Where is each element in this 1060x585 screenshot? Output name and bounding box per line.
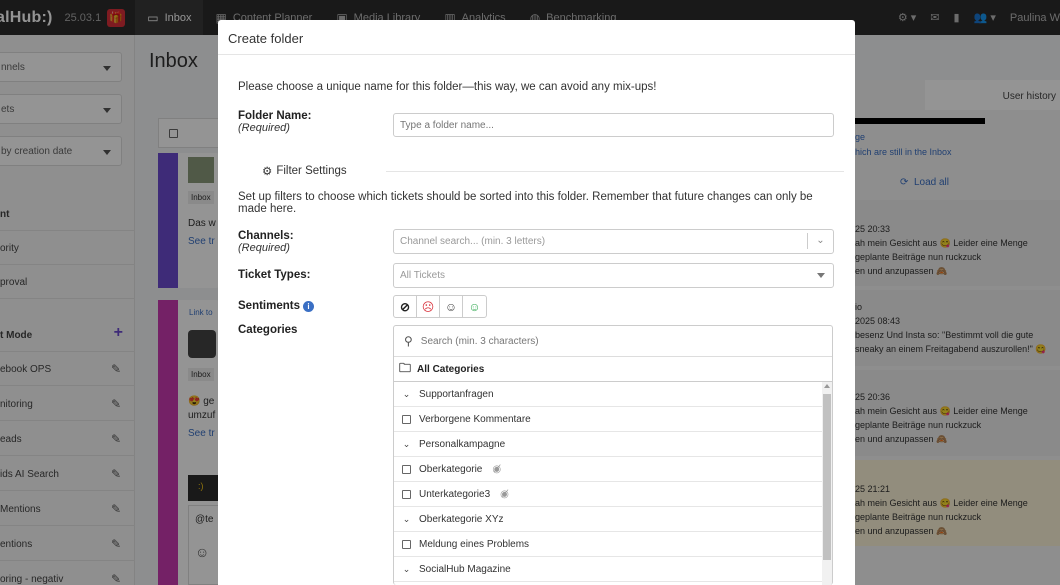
category-row[interactable]: Verborgene Kommentare (394, 407, 824, 432)
category-label: Unterkategorie3 (419, 488, 491, 500)
sad-face-icon: ☹ (421, 299, 435, 314)
sentiment-positive-button[interactable]: ☺ (463, 296, 486, 317)
scroll-thumb[interactable] (823, 394, 831, 560)
chevron-down-icon[interactable]: ⌄ (807, 233, 833, 249)
sentiment-none-button[interactable]: ⊘ (394, 296, 417, 317)
chevron-down-icon[interactable]: ⌄ (402, 439, 411, 450)
create-folder-modal: Create folder Please choose a unique nam… (218, 20, 855, 585)
category-label: Supportanfragen (419, 388, 494, 400)
all-categories-label: All Categories (417, 363, 485, 375)
sentiment-filter: ⊘ ☹ ☺ ☺ (393, 295, 487, 318)
category-label: Verborgene Kommentare (419, 413, 531, 425)
happy-face-icon: ☺ (468, 299, 481, 314)
category-group-row[interactable]: ⌄ SocialHub Magazine (394, 557, 824, 582)
category-label: Oberkategorie (419, 463, 483, 475)
category-label: Oberkategorie XYz (419, 513, 504, 525)
modal-intro-text: Please choose a unique name for this fol… (238, 81, 657, 93)
required-hint: (Required) (238, 122, 290, 134)
neutral-face-icon: ☺ (444, 299, 458, 314)
folder-name-label: Folder Name: (Required) (238, 110, 312, 134)
categories-tree: ⚲ Search (min. 3 characters) 🗀 All Categ… (393, 325, 833, 585)
sentiment-negative-button[interactable]: ☹ (417, 296, 440, 317)
filter-description: Set up filters to choose which tickets s… (238, 191, 813, 215)
category-checkbox[interactable] (402, 414, 411, 424)
category-row[interactable]: Oberkategorie ◉̸ (394, 457, 824, 482)
category-scrollbar[interactable] (822, 382, 832, 585)
sentiments-label-text: Sentiments (238, 300, 300, 312)
ban-icon: ⊘ (399, 299, 411, 314)
category-group-row[interactable]: ⌄ Supportanfragen (394, 382, 824, 407)
category-group-row[interactable]: ⌄ Oberkategorie XYz (394, 507, 824, 532)
categories-search[interactable]: ⚲ Search (min. 3 characters) (394, 326, 832, 357)
categories-label: Categories (238, 324, 298, 336)
ticket-types-select[interactable]: All Tickets (393, 263, 834, 288)
sentiments-label: Sentiments i (238, 300, 314, 312)
scroll-up-arrow[interactable] (824, 384, 830, 388)
category-checkbox[interactable] (402, 464, 411, 474)
category-group-row[interactable]: ⌄ Personalkampagne (394, 432, 824, 457)
filter-settings-heading: ⚙ Filter Settings (262, 164, 347, 178)
eye-slash-icon: ◉̸ (492, 463, 502, 475)
all-categories-row[interactable]: 🗀 All Categories (394, 357, 832, 382)
folder-icon: 🗀 (399, 360, 412, 375)
channels-label-text: Channels: (238, 230, 294, 242)
filter-settings-label: Filter Settings (276, 165, 347, 177)
categories-search-placeholder: Search (min. 3 characters) (420, 335, 539, 347)
eye-slash-icon: ◉̸ (500, 488, 509, 500)
chevron-down-icon[interactable]: ⌄ (402, 389, 411, 400)
chevron-down-icon (817, 273, 825, 278)
channels-search-placeholder: Channel search... (min. 3 letters) (400, 236, 546, 247)
info-icon[interactable]: i (303, 301, 314, 312)
chevron-down-icon[interactable]: ⌄ (402, 514, 411, 525)
divider (386, 171, 844, 172)
category-label: Personalkampagne (419, 438, 506, 450)
channels-search[interactable]: Channel search... (min. 3 letters) ⌄ (393, 229, 834, 254)
category-row[interactable]: Meldung eines Problems (394, 532, 824, 557)
required-hint: (Required) (238, 242, 290, 254)
ticket-types-label: Ticket Types: (238, 269, 311, 281)
category-checkbox[interactable] (402, 539, 411, 549)
category-checkbox[interactable] (402, 489, 411, 499)
category-label: SocialHub Magazine (419, 563, 511, 575)
sentiment-neutral-button[interactable]: ☺ (440, 296, 463, 317)
folder-name-label-text: Folder Name: (238, 110, 312, 122)
search-icon: ⚲ (404, 334, 413, 348)
category-row[interactable]: Unterkategorie3 ◉̸ (394, 482, 824, 507)
modal-title: Create folder (218, 20, 855, 55)
channels-label: Channels: (Required) (238, 230, 294, 254)
category-label: Meldung eines Problems (419, 538, 530, 550)
ticket-types-value: All Tickets (400, 270, 446, 281)
gear-icon: ⚙ (262, 166, 273, 178)
category-list: ⌄ Supportanfragen Verborgene Kommentare … (394, 382, 824, 582)
chevron-down-icon[interactable]: ⌄ (402, 564, 411, 575)
folder-name-input[interactable] (393, 113, 834, 137)
